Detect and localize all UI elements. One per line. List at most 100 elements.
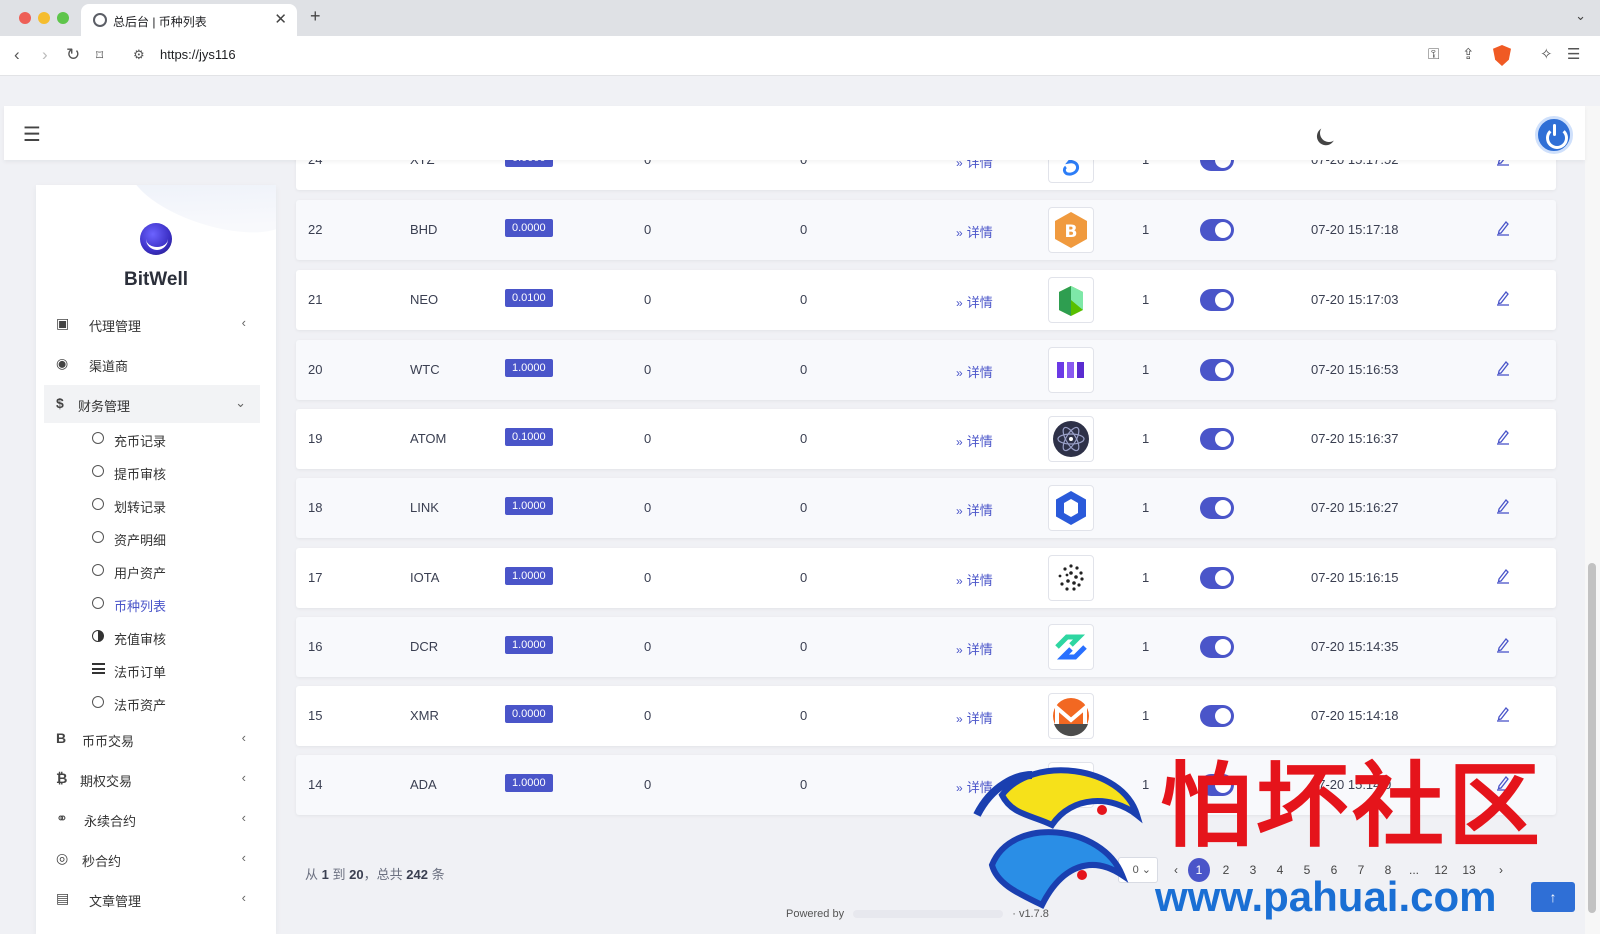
edit-icon[interactable]	[1496, 566, 1510, 584]
address-bar[interactable]: https://jys116	[160, 47, 236, 62]
detail-link[interactable]: » 详情	[956, 500, 993, 519]
scrollbar-thumb[interactable]	[1588, 563, 1596, 913]
globe-icon	[93, 13, 107, 27]
table-row: 22 BHD 0.0000 0 0 » 详情 B 1 07-20 15:17:18	[296, 200, 1556, 260]
sort-value: 1	[1142, 639, 1150, 654]
sidebar-item-perpetual[interactable]: ⚭ 永续合约 ‹	[44, 800, 260, 838]
minimize-window-button[interactable]	[38, 12, 50, 24]
sidebar-item-channel[interactable]: ◉ 渠道商	[44, 345, 260, 383]
reload-icon[interactable]: ↻	[66, 45, 80, 65]
sidebar-item-label: 渠道商	[89, 359, 129, 374]
total-count: 242	[406, 867, 428, 882]
back-to-top-button[interactable]: ↑	[1531, 882, 1575, 912]
coin-symbol: DCR	[410, 639, 439, 654]
value-1: 0	[644, 570, 652, 585]
table-row: 15 XMR 0.0000 0 0 » 详情 1 07-20 15:14:18	[296, 686, 1556, 746]
value-2: 0	[800, 777, 808, 792]
chevron-left-icon: ‹	[241, 770, 246, 785]
sort-value: 1	[1142, 362, 1150, 377]
watermark-text: 怕坏社区	[1160, 756, 1545, 858]
status-toggle[interactable]	[1200, 219, 1234, 241]
double-chevron-icon: »	[956, 781, 963, 795]
bitcoin-icon: ₿	[56, 770, 68, 786]
detail-link[interactable]: » 详情	[956, 431, 993, 450]
detail-link[interactable]: » 详情	[956, 639, 993, 658]
double-chevron-icon: »	[956, 643, 963, 657]
back-icon[interactable]: ‹	[14, 45, 20, 65]
brave-shield-icon[interactable]	[1493, 45, 1511, 66]
status-toggle[interactable]	[1200, 497, 1234, 519]
status-toggle[interactable]	[1200, 428, 1234, 450]
fee-badge: 0.0000	[505, 705, 553, 723]
app-header: ☰	[4, 106, 1585, 160]
browser-toolbar: ‹ › ↻ ⌑ ⚙ https://jys116 ⚿ ⇪ ✧ ☰	[0, 36, 1600, 76]
forward-icon[interactable]: ›	[42, 45, 48, 65]
bookmark-icon[interactable]: ⌑	[96, 45, 103, 65]
sub-item-label: 法币资产	[114, 698, 167, 713]
status-toggle[interactable]	[1200, 289, 1234, 311]
detail-link[interactable]: » 详情	[956, 708, 993, 727]
edit-icon[interactable]	[1496, 496, 1510, 514]
tab-list-chevron-icon[interactable]: ⌄	[1575, 8, 1586, 24]
dark-mode-icon[interactable]	[1317, 121, 1340, 144]
detail-link[interactable]: » 详情	[956, 570, 993, 589]
edit-icon[interactable]	[1496, 635, 1510, 653]
power-icon[interactable]	[1535, 116, 1573, 154]
edit-icon[interactable]	[1496, 218, 1510, 236]
user-circle-icon: ◉	[56, 355, 69, 371]
value-2: 0	[800, 708, 808, 723]
circle-icon	[92, 531, 104, 543]
status-toggle[interactable]	[1200, 567, 1234, 589]
wtc-logo-icon	[1048, 347, 1094, 393]
share-icon[interactable]: ⇪	[1462, 45, 1475, 65]
edit-icon[interactable]	[1496, 427, 1510, 445]
fee-badge: 1.0000	[505, 567, 553, 585]
close-window-button[interactable]	[19, 12, 31, 24]
status-toggle[interactable]	[1200, 705, 1234, 727]
created-time: 07-20 15:14:35	[1311, 639, 1399, 654]
double-chevron-icon: »	[956, 574, 963, 588]
menu-icon[interactable]: ☰	[1567, 45, 1580, 65]
sidebar-item-label: 财务管理	[78, 399, 131, 414]
sidebar-item-seconds-contract[interactable]: ◎ 秒合约 ‹	[44, 840, 260, 878]
double-chevron-icon: »	[956, 504, 963, 518]
maximize-window-button[interactable]	[57, 12, 69, 24]
double-chevron-icon: »	[956, 226, 963, 240]
sidebar-item-finance[interactable]: $ 财务管理 ⌄	[44, 385, 260, 423]
edit-icon[interactable]	[1496, 704, 1510, 722]
detail-link[interactable]: » 详情	[956, 362, 993, 381]
created-time: 07-20 15:16:37	[1311, 431, 1399, 446]
sort-value: 1	[1142, 222, 1150, 237]
tab-close-icon[interactable]: ✕	[274, 10, 287, 28]
status-toggle[interactable]	[1200, 636, 1234, 658]
chevron-down-icon: ⌄	[235, 395, 246, 410]
detail-link[interactable]: » 详情	[956, 292, 993, 311]
sidebar-item-agent[interactable]: ▣ 代理管理 ‹	[44, 305, 260, 343]
new-tab-icon[interactable]: +	[310, 6, 321, 27]
status-toggle[interactable]	[1200, 359, 1234, 381]
detail-link[interactable]: » 详情	[956, 222, 993, 241]
half-circle-icon	[92, 630, 104, 642]
sub-item-label: 币种列表	[114, 599, 167, 614]
sidebar-item-options-trading[interactable]: ₿ 期权交易 ‹	[44, 760, 260, 798]
sidebar-item-spot-trading[interactable]: B 币币交易 ‹	[44, 720, 260, 758]
sidebar-item-articles[interactable]: ▤ 文章管理 ‹	[44, 880, 260, 918]
value-2: 0	[800, 362, 808, 377]
edit-icon[interactable]	[1496, 288, 1510, 306]
browser-tab[interactable]: 总后台 | 币种列表 ✕	[81, 4, 297, 36]
circle-icon	[92, 564, 104, 576]
coin-id: 15	[308, 708, 323, 723]
sidebar-item-label: 文章管理	[89, 894, 142, 909]
iota-logo-icon	[1048, 555, 1094, 601]
edit-icon[interactable]	[1496, 358, 1510, 376]
table-row: 20 WTC 1.0000 0 0 » 详情 1 07-20 15:16:53	[296, 340, 1556, 400]
value-2: 0	[800, 292, 808, 307]
sub-item-label: 用户资产	[114, 566, 167, 581]
sidebar-toggle-icon[interactable]: ☰	[23, 122, 41, 147]
key-icon[interactable]: ⚿	[1428, 45, 1439, 65]
range-mid: 到	[332, 867, 346, 882]
site-settings-icon[interactable]: ⚙	[133, 47, 145, 63]
letter-b-icon: B	[56, 730, 67, 746]
sparkle-icon[interactable]: ✧	[1540, 45, 1553, 65]
id-card-icon: ▣	[56, 315, 70, 331]
